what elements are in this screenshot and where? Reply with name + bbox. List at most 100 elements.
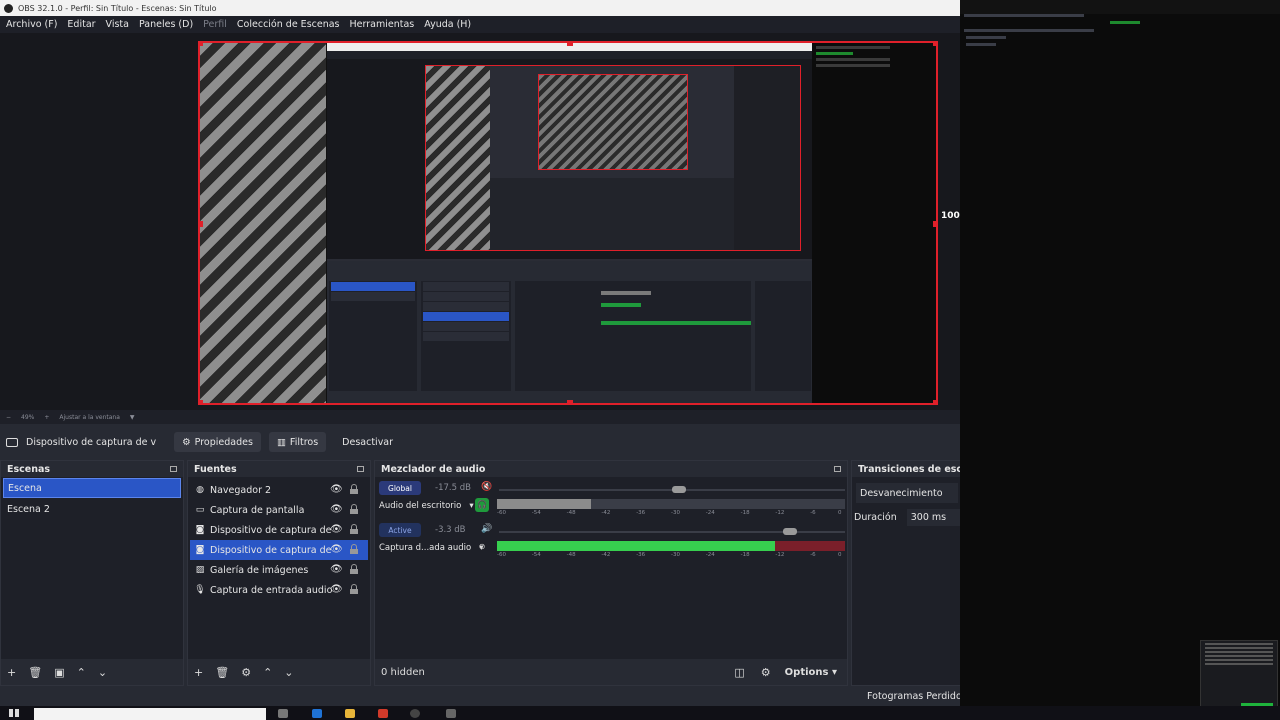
source-item[interactable]: ▭ Captura de pantalla 👁	[190, 500, 368, 520]
frames-dropped: Fotogramas Perdidos 0	[867, 691, 960, 702]
undock-icon[interactable]	[170, 466, 177, 472]
volume-slider[interactable]	[499, 486, 845, 493]
meter-scale: -60 -54 -48 -42 -36 -30 -24 -18 -12 -6 0	[497, 552, 842, 558]
visibility-eye-icon[interactable]: 👁	[330, 564, 343, 575]
source-item[interactable]: ▨ Galería de imágenes 👁	[190, 560, 368, 580]
source-item[interactable]: ◙ Dispositivo de captura de vide 👁	[190, 520, 368, 540]
channel-button[interactable]: Active	[379, 523, 421, 537]
lock-icon[interactable]	[350, 544, 358, 554]
chevron-down-icon[interactable]: ▾	[469, 501, 473, 511]
volume-slider[interactable]	[499, 528, 845, 535]
source-label: Dispositivo de captura de vide	[210, 544, 335, 556]
task-view-icon[interactable]	[278, 709, 288, 718]
edge-browser-icon[interactable]	[312, 709, 322, 718]
lock-icon[interactable]	[350, 484, 358, 494]
channel-button[interactable]: Global	[379, 481, 421, 495]
lock-icon[interactable]	[350, 504, 358, 514]
undock-icon[interactable]	[834, 466, 841, 472]
zoom-in-button[interactable]: +	[44, 414, 49, 421]
add-scene-icon[interactable]: +	[7, 666, 16, 679]
remove-source-icon[interactable]: 🗑	[215, 666, 229, 679]
app-icon[interactable]	[446, 709, 456, 718]
visibility-eye-icon[interactable]: 👁	[330, 504, 343, 515]
zoom-out-button[interactable]: −	[6, 414, 11, 421]
scene-item-escena-2[interactable]: Escena 2	[3, 499, 181, 519]
preview-area[interactable]: 100	[0, 33, 960, 410]
audio-meter	[497, 499, 845, 509]
preview-canvas[interactable]	[198, 41, 938, 405]
menu-herramientas[interactable]: Herramientas	[350, 19, 415, 30]
remove-scene-icon[interactable]: 🗑	[28, 666, 42, 679]
sources-dock: Fuentes ◍ Navegador 2 👁 ▭ Captura de pan…	[187, 460, 371, 686]
mixer-layout-icon[interactable]: ◫	[734, 666, 744, 679]
obs-taskbar-icon[interactable]	[410, 709, 420, 718]
sources-title: Fuentes	[194, 463, 237, 475]
mixer-settings-icon[interactable]: ⚙	[761, 666, 771, 679]
menu-bar: Archivo (F) Editar Vista Paneles (D) Per…	[0, 16, 960, 33]
add-source-icon[interactable]: +	[194, 666, 203, 679]
properties-button[interactable]: ⚙ Propiedades	[174, 432, 261, 452]
monitor-icon: ▭	[195, 505, 205, 515]
move-down-icon[interactable]: ⌄	[98, 666, 107, 679]
captured-browser-pane	[812, 43, 936, 403]
duration-input[interactable]: 300 ms	[906, 509, 960, 526]
options-button[interactable]: Options ▾	[785, 667, 837, 678]
volume-slider-handle[interactable]	[671, 486, 686, 493]
headphones-off-icon[interactable]: ⊘	[475, 540, 489, 554]
right-side-window	[960, 0, 1280, 706]
source-label: Dispositivo de captura de vide	[210, 524, 335, 536]
source-item[interactable]: 🎙 Captura de entrada audio 👁	[190, 580, 368, 600]
deactivate-button[interactable]: Desactivar	[334, 432, 401, 452]
menu-vista[interactable]: Vista	[106, 19, 129, 30]
options-label: Options	[784, 666, 829, 678]
move-up-icon[interactable]: ⌃	[77, 666, 86, 679]
mixer-channel-desktop: Global -17.5 dB 🔇 Audio del escritorio ▾…	[375, 477, 847, 519]
visibility-eye-icon[interactable]: 👁	[330, 484, 343, 495]
meter-scale: -60 -54 -48 -42 -36 -30 -24 -18 -12 -6 0	[497, 510, 842, 516]
visibility-eye-icon[interactable]: 👁	[330, 544, 343, 555]
duration-label: Duración	[854, 512, 897, 523]
menu-coleccion-escenas[interactable]: Colección de Escenas	[237, 19, 340, 30]
volume-slider-handle[interactable]	[782, 528, 797, 535]
file-explorer-icon[interactable]	[345, 709, 355, 718]
transition-select[interactable]: Desvanecimiento	[856, 483, 958, 503]
app-icon[interactable]	[378, 709, 388, 718]
move-down-icon[interactable]: ⌄	[284, 666, 293, 679]
taskbar-search[interactable]	[34, 708, 266, 720]
scene-label: Escena 2	[7, 503, 50, 515]
filters-button[interactable]: ▥ Filtros	[268, 432, 327, 452]
transition-selected-label: Desvanecimiento	[860, 487, 943, 499]
taskbar	[0, 706, 1280, 720]
menu-perfil[interactable]: Perfil	[203, 19, 227, 30]
zoom-dropdown-icon[interactable]: ▼	[130, 414, 135, 421]
obs-window: OBS 32.1.0 - Perfil: Sin Título - Escena…	[0, 0, 960, 706]
headphones-icon[interactable]: 🎧	[475, 498, 489, 512]
speaker-icon[interactable]: 🔊	[481, 524, 492, 534]
status-bar: Fotogramas Perdidos 0	[0, 688, 960, 706]
menu-paneles[interactable]: Paneles (D)	[139, 19, 193, 30]
move-up-icon[interactable]: ⌃	[263, 666, 272, 679]
windows-start-icon[interactable]	[9, 709, 19, 717]
striped-placeholder-image	[200, 43, 328, 403]
image-icon: ▨	[195, 565, 205, 575]
visibility-eye-icon[interactable]: 👁	[330, 584, 343, 595]
lock-icon[interactable]	[350, 584, 358, 594]
zoom-fit-label[interactable]: Ajustar a la ventana	[59, 414, 120, 421]
menu-archivo[interactable]: Archivo (F)	[6, 19, 57, 30]
lock-icon[interactable]	[350, 564, 358, 574]
muted-speaker-icon[interactable]: 🔇	[481, 482, 492, 492]
source-properties-icon[interactable]: ⚙	[241, 666, 251, 679]
source-item-selected[interactable]: ◙ Dispositivo de captura de vide 👁	[190, 540, 368, 560]
scene-filters-icon[interactable]: ▣	[54, 666, 64, 679]
visibility-eye-icon[interactable]: 👁	[330, 524, 343, 535]
obs-logo-icon	[4, 3, 13, 13]
source-item[interactable]: ◍ Navegador 2 👁	[190, 480, 368, 500]
lock-icon[interactable]	[350, 524, 358, 534]
title-bar: OBS 32.1.0 - Perfil: Sin Título - Escena…	[0, 0, 960, 16]
menu-editar[interactable]: Editar	[67, 19, 95, 30]
source-label: Captura de entrada audio	[210, 584, 333, 596]
undock-icon[interactable]	[357, 466, 364, 472]
menu-ayuda[interactable]: Ayuda (H)	[424, 19, 471, 30]
scene-item-escena[interactable]: Escena	[3, 478, 181, 498]
camera-icon	[6, 437, 18, 447]
